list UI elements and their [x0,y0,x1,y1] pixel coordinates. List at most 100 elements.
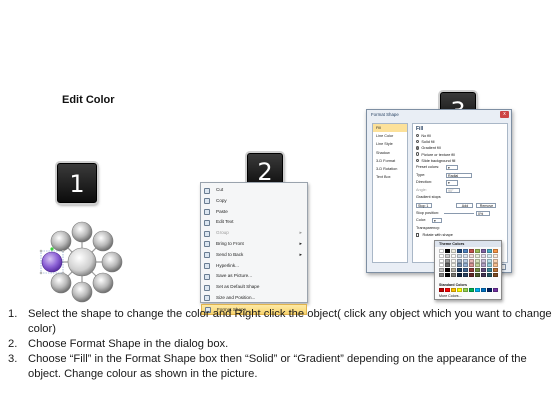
color-swatch[interactable] [457,268,462,273]
dialog-nav-item[interactable]: Line Color [373,132,407,140]
outer-circle-top-left[interactable] [50,230,72,252]
more-colors-link[interactable]: More Colors... [439,294,462,298]
radio-button[interactable] [416,158,420,163]
color-swatch[interactable] [457,263,462,268]
color-swatch[interactable] [457,272,462,277]
close-icon[interactable]: x [500,111,509,118]
color-swatch[interactable] [439,263,444,268]
color-swatch[interactable] [475,263,480,268]
color-swatch[interactable] [451,263,456,268]
color-picker-button[interactable]: ▾ [432,218,442,224]
dialog-nav-item[interactable]: Shadow [373,149,407,157]
outer-circle-bottom-left[interactable] [50,272,72,294]
color-swatch[interactable] [493,253,498,258]
color-swatch[interactable] [457,249,462,253]
color-swatch[interactable] [493,249,498,253]
color-swatch[interactable] [463,258,468,263]
color-swatch[interactable] [487,272,492,277]
color-swatch[interactable] [469,263,474,268]
dialog-nav-item[interactable]: Fill [373,124,407,133]
dialog-nav-item[interactable]: 3-D Rotation [373,165,407,173]
color-swatch[interactable] [493,258,498,263]
color-swatch[interactable] [469,272,474,277]
color-swatch[interactable] [463,272,468,277]
color-swatch[interactable] [457,288,462,292]
color-swatch[interactable] [451,258,456,263]
color-swatch[interactable] [451,268,456,273]
color-swatch[interactable] [451,288,456,292]
radio-button[interactable] [416,140,420,144]
color-swatch[interactable] [445,272,450,277]
radio-button[interactable] [416,146,420,150]
menu-item[interactable]: Hyperlink... [201,261,307,272]
type-select[interactable]: Radial [446,172,472,178]
color-swatch[interactable] [445,263,450,268]
outer-circle-right[interactable] [101,251,123,273]
color-swatch[interactable] [475,272,480,277]
menu-item[interactable]: Paste [201,207,307,218]
color-swatch[interactable] [451,272,456,277]
color-swatch[interactable] [439,253,444,258]
menu-item[interactable]: Set as Default Shape [201,282,307,293]
color-swatch[interactable] [439,268,444,273]
color-swatch[interactable] [463,268,468,273]
color-swatch[interactable] [475,268,480,273]
dialog-nav-item[interactable]: Line Style [373,140,407,148]
color-swatch[interactable] [481,249,486,253]
outer-circle-bottom-right[interactable] [92,272,114,294]
color-swatch[interactable] [451,249,456,253]
radio-button[interactable] [416,133,420,138]
color-swatch[interactable] [487,268,492,273]
color-swatch[interactable] [463,253,468,258]
add-stop-button[interactable]: Add [456,202,473,209]
color-swatch[interactable] [487,253,492,258]
color-swatch[interactable] [469,253,474,258]
color-swatch[interactable] [463,263,468,268]
stop-position-slider[interactable] [444,213,474,214]
color-swatch[interactable] [475,253,480,258]
color-swatch[interactable] [493,288,498,292]
color-swatch[interactable] [481,263,486,268]
color-swatch[interactable] [469,258,474,263]
color-swatch[interactable] [445,249,450,253]
menu-item[interactable]: Bring to Front ▸ [201,239,307,250]
color-swatch[interactable] [481,272,486,277]
outer-circle-top[interactable] [71,221,93,243]
dialog-nav-item[interactable]: Text Box [373,173,407,181]
color-swatch[interactable] [457,258,462,263]
stop-position-input[interactable]: 0% [476,210,490,216]
preset-colors-dropdown[interactable]: ▾ [446,164,458,171]
color-swatch[interactable] [439,249,444,253]
rotate-checkbox[interactable] [416,233,420,237]
color-swatch[interactable] [451,253,456,258]
color-swatch[interactable] [439,272,444,277]
radio-button[interactable] [416,152,420,156]
color-swatch[interactable] [469,249,474,253]
color-swatch[interactable] [457,253,462,258]
color-swatch[interactable] [475,288,480,292]
menu-item[interactable]: Send to Back ▸ [201,250,307,261]
color-swatch[interactable] [475,258,480,263]
selected-shape[interactable] [39,247,65,275]
dialog-nav-item[interactable]: 3-D Format [373,157,407,165]
color-swatch[interactable] [493,263,498,268]
color-swatch[interactable] [481,258,486,263]
color-swatch[interactable] [439,288,444,292]
color-swatch[interactable] [487,249,492,253]
color-swatch[interactable] [487,258,492,263]
color-swatch[interactable] [445,268,450,273]
color-swatch[interactable] [439,258,444,263]
color-swatch[interactable] [469,268,474,273]
color-swatch[interactable] [475,249,480,253]
direction-dropdown[interactable]: ▾ [446,180,458,186]
color-swatch[interactable] [445,258,450,263]
outer-circle-bottom[interactable] [71,281,93,303]
color-swatch[interactable] [487,288,492,292]
color-swatch[interactable] [493,268,498,273]
color-swatch[interactable] [493,272,498,277]
color-swatch[interactable] [481,268,486,273]
remove-stop-button[interactable]: Remove [476,202,496,209]
color-swatch[interactable] [487,263,492,268]
angle-input[interactable]: 90° [446,187,460,194]
menu-item[interactable]: Cut [201,185,307,196]
